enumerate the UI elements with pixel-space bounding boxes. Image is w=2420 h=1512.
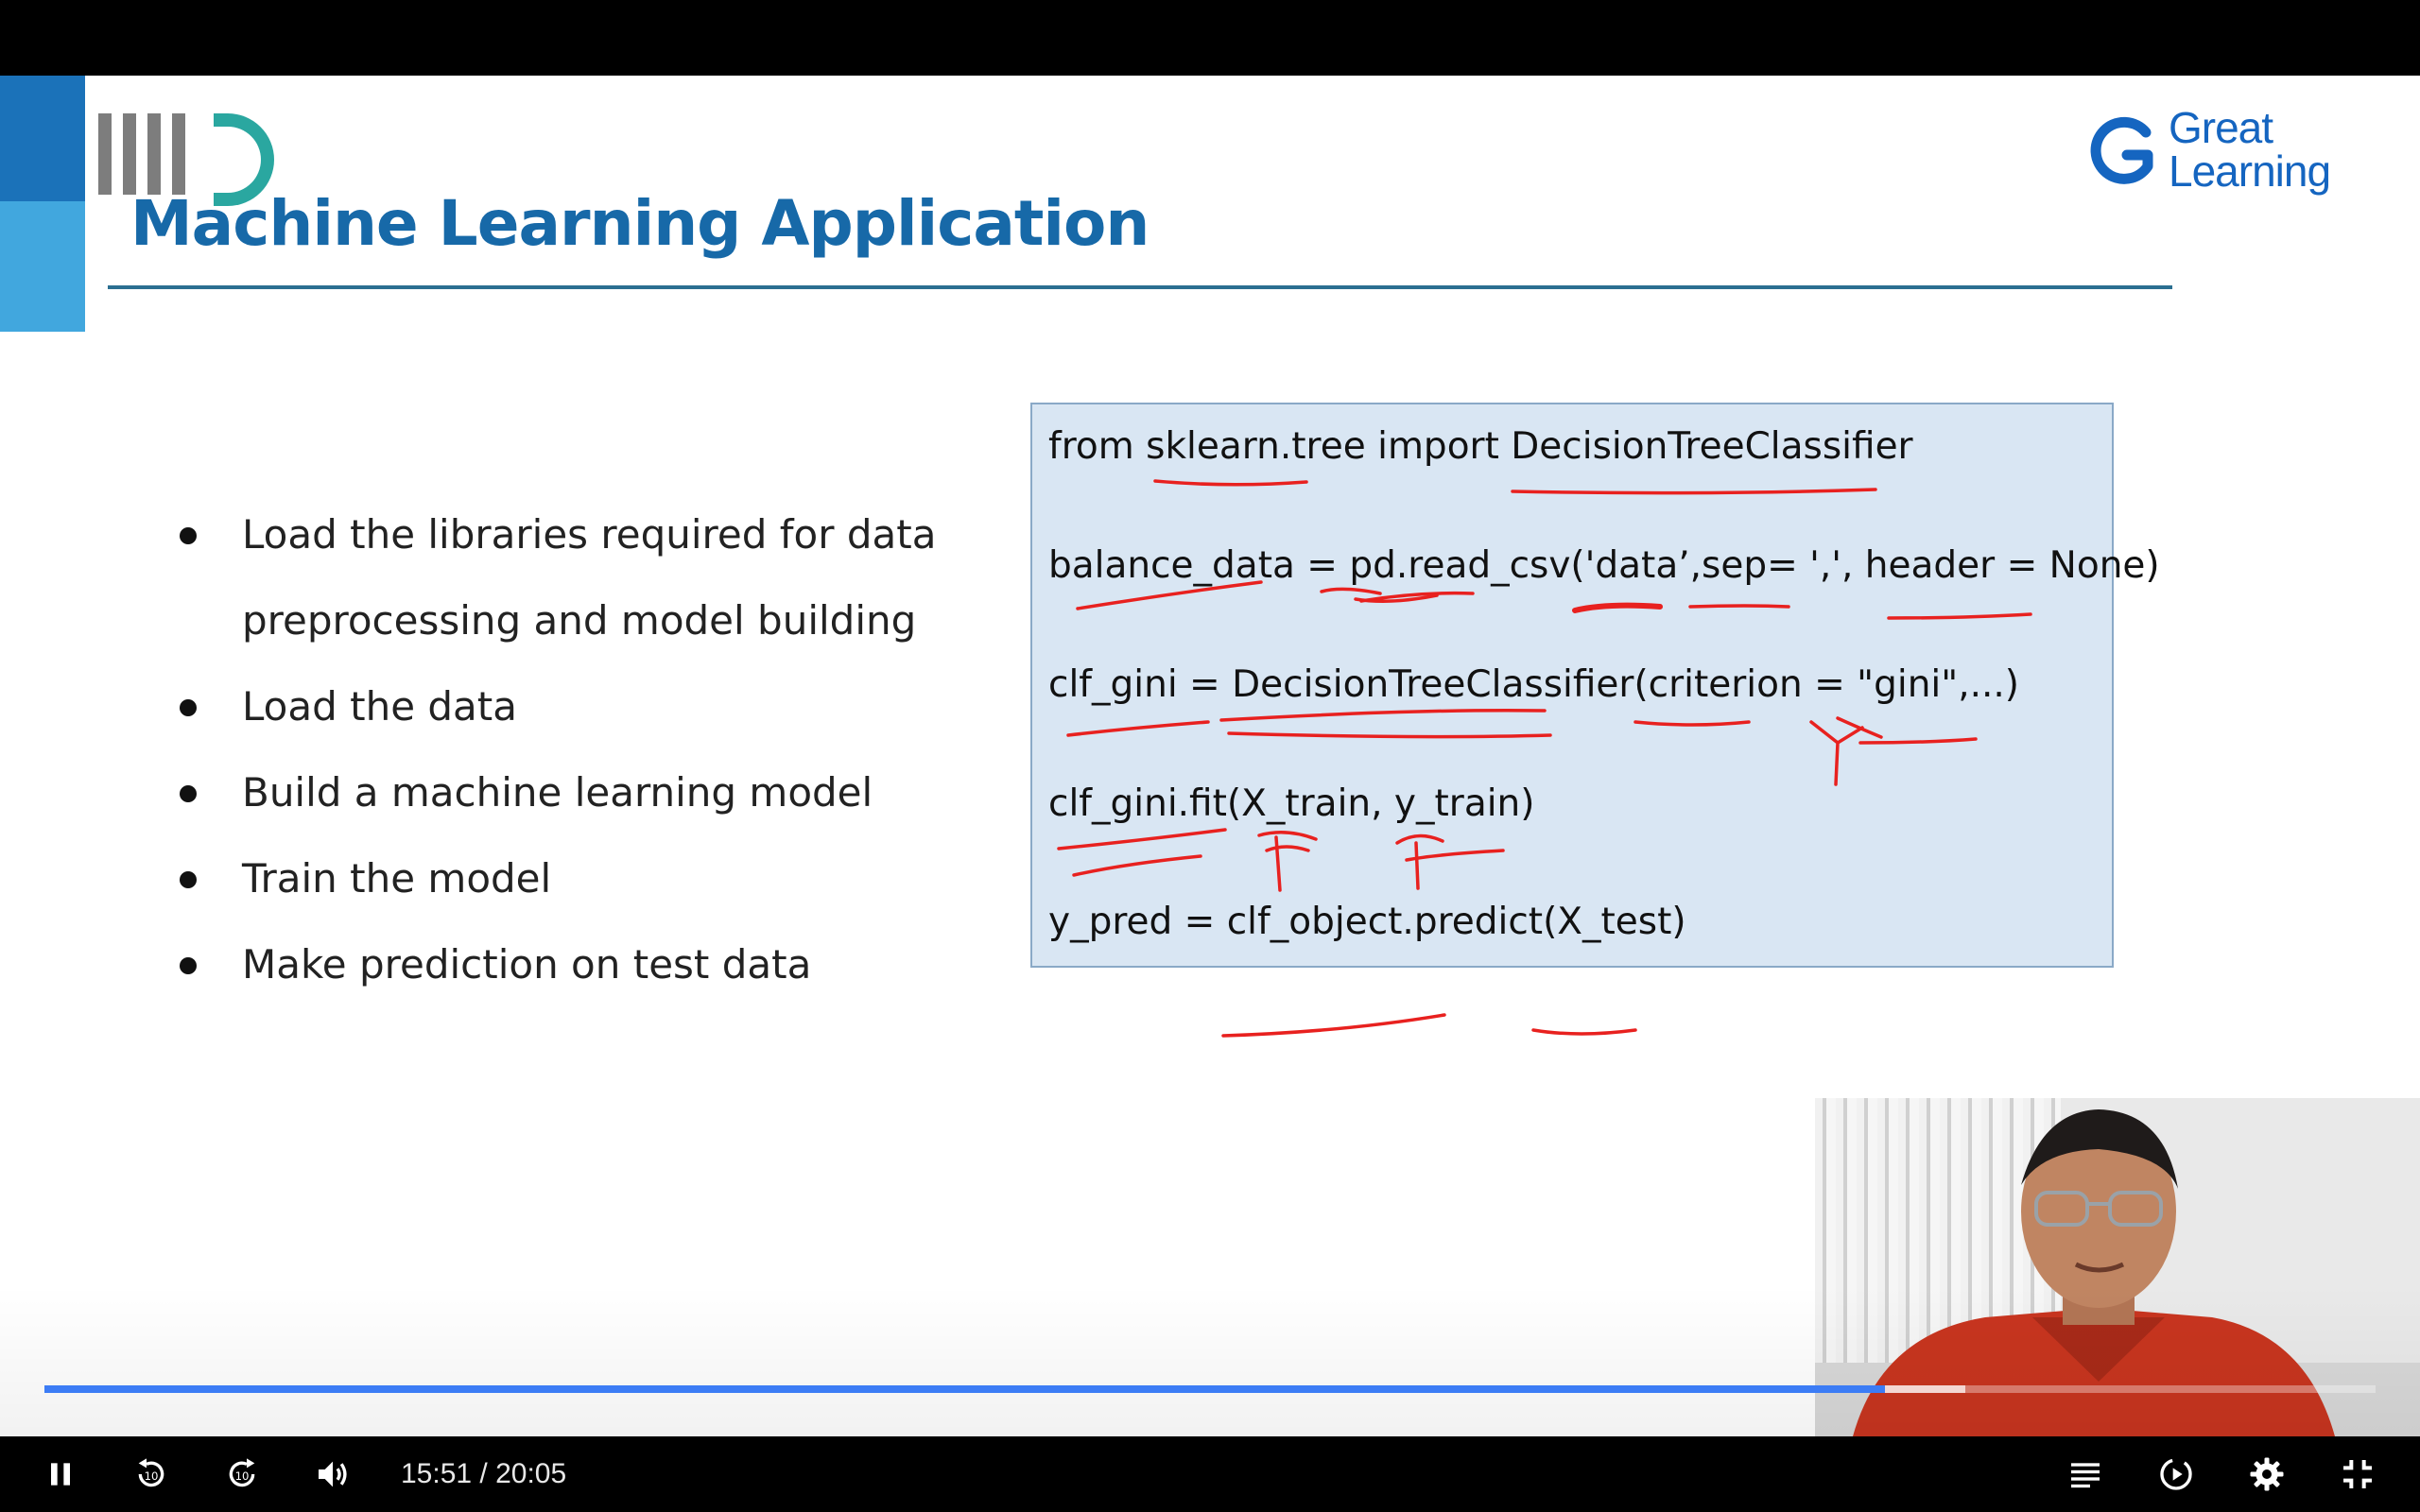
- autoplay-icon: [2160, 1458, 2192, 1490]
- slide-corner-accent-light: [0, 201, 85, 332]
- great-learning-logo: Great Learning: [2089, 104, 2373, 198]
- rewind-10-button[interactable]: 10: [127, 1450, 176, 1499]
- progress-bar[interactable]: [44, 1385, 2376, 1393]
- bullet-item: Make prediction on test data: [172, 921, 1023, 1007]
- bullet-list: Load the libraries required for data pre…: [172, 491, 1023, 1007]
- code-line: balance_data = pd.read_csv('data’,sep= '…: [1048, 544, 2160, 587]
- player-controls: 10 10 15:51 / 20:05: [0, 1436, 2420, 1512]
- bullet-item: Load the data: [172, 663, 1023, 749]
- chapters-icon: [2071, 1463, 2100, 1488]
- settings-button[interactable]: [2242, 1450, 2291, 1499]
- play-pause-button[interactable]: [36, 1450, 85, 1499]
- forward-10-icon: 10: [229, 1458, 255, 1487]
- code-line: from sklearn.tree import DecisionTreeCla…: [1048, 425, 1913, 468]
- brand-line-2: Learning: [2169, 146, 2331, 196]
- bullet-item: Load the libraries required for data pre…: [172, 491, 979, 663]
- bullet-item: Build a machine learning model: [172, 749, 1023, 835]
- iiitd-logo: [98, 106, 278, 206]
- code-line: y_pred = clf_object.predict(X_test): [1048, 901, 1686, 943]
- brand-line-1: Great: [2169, 103, 2273, 152]
- played-bar: [44, 1385, 1886, 1393]
- lecture-slide: Machine Learning Application Great Learn…: [0, 76, 2420, 1436]
- slide-title: Machine Learning Application: [130, 187, 1150, 260]
- code-snippet-box: from sklearn.tree import DecisionTreeCla…: [1030, 403, 2160, 968]
- code-line: clf_gini = DecisionTreeClassifier(criter…: [1048, 663, 2020, 706]
- rewind-10-icon: 10: [138, 1458, 164, 1487]
- forward-10-button[interactable]: 10: [217, 1450, 267, 1499]
- great-learning-g-icon: [2090, 116, 2153, 184]
- title-divider: [108, 285, 2172, 289]
- autoplay-button[interactable]: [2152, 1450, 2201, 1499]
- code-line: clf_gini.fit(X_train, y_train): [1048, 782, 1535, 825]
- time-display: 15:51 / 20:05: [401, 1458, 567, 1489]
- chapters-button[interactable]: [2061, 1450, 2110, 1499]
- fullscreen-button[interactable]: [2333, 1450, 2382, 1499]
- bullet-item: Train the model: [172, 835, 1023, 921]
- volume-icon: [319, 1461, 347, 1487]
- volume-button[interactable]: [308, 1450, 357, 1499]
- gear-icon: [2250, 1457, 2284, 1491]
- video-player[interactable]: Machine Learning Application Great Learn…: [0, 0, 2420, 1512]
- slide-corner-accent-dark: [0, 76, 85, 201]
- pause-icon: [51, 1463, 70, 1486]
- svg-text:10: 10: [235, 1469, 250, 1483]
- exit-fullscreen-icon: [2343, 1460, 2372, 1488]
- svg-text:10: 10: [145, 1469, 159, 1483]
